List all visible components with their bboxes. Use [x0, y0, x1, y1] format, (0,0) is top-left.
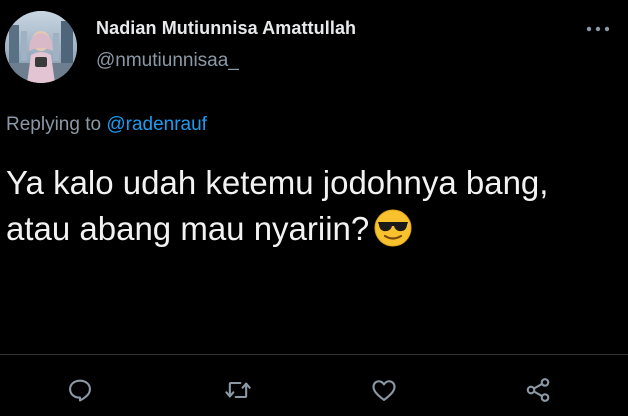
user-handle[interactable]: @nmutiunnisaa_ [96, 50, 239, 72]
tweet: Nadian Mutiunnisa Amattullah @nmutiunnis… [0, 0, 628, 416]
more-options-icon[interactable] [584, 22, 612, 36]
retweet-icon[interactable] [222, 374, 254, 406]
display-name[interactable]: Nadian Mutiunnisa Amattullah [96, 18, 356, 39]
avatar[interactable] [5, 11, 77, 83]
like-icon[interactable] [368, 374, 400, 406]
tweet-text: Ya kalo udah ketemu jodohnya bang, atau … [6, 160, 616, 252]
share-icon[interactable] [522, 374, 554, 406]
smiling-face-with-sunglasses-icon [373, 208, 413, 248]
divider [0, 354, 628, 355]
tweet-text-line-2-text: atau abang mau nyariin? [6, 210, 370, 247]
tweet-text-line-2: atau abang mau nyariin? [6, 206, 616, 252]
reply-icon[interactable] [64, 374, 96, 406]
replying-to: Replying to @radenrauf [6, 114, 207, 136]
replying-to-label: Replying to [6, 114, 102, 135]
tweet-text-line-1: Ya kalo udah ketemu jodohnya bang, [6, 164, 549, 201]
reply-mention-link[interactable]: @radenrauf [106, 114, 207, 135]
